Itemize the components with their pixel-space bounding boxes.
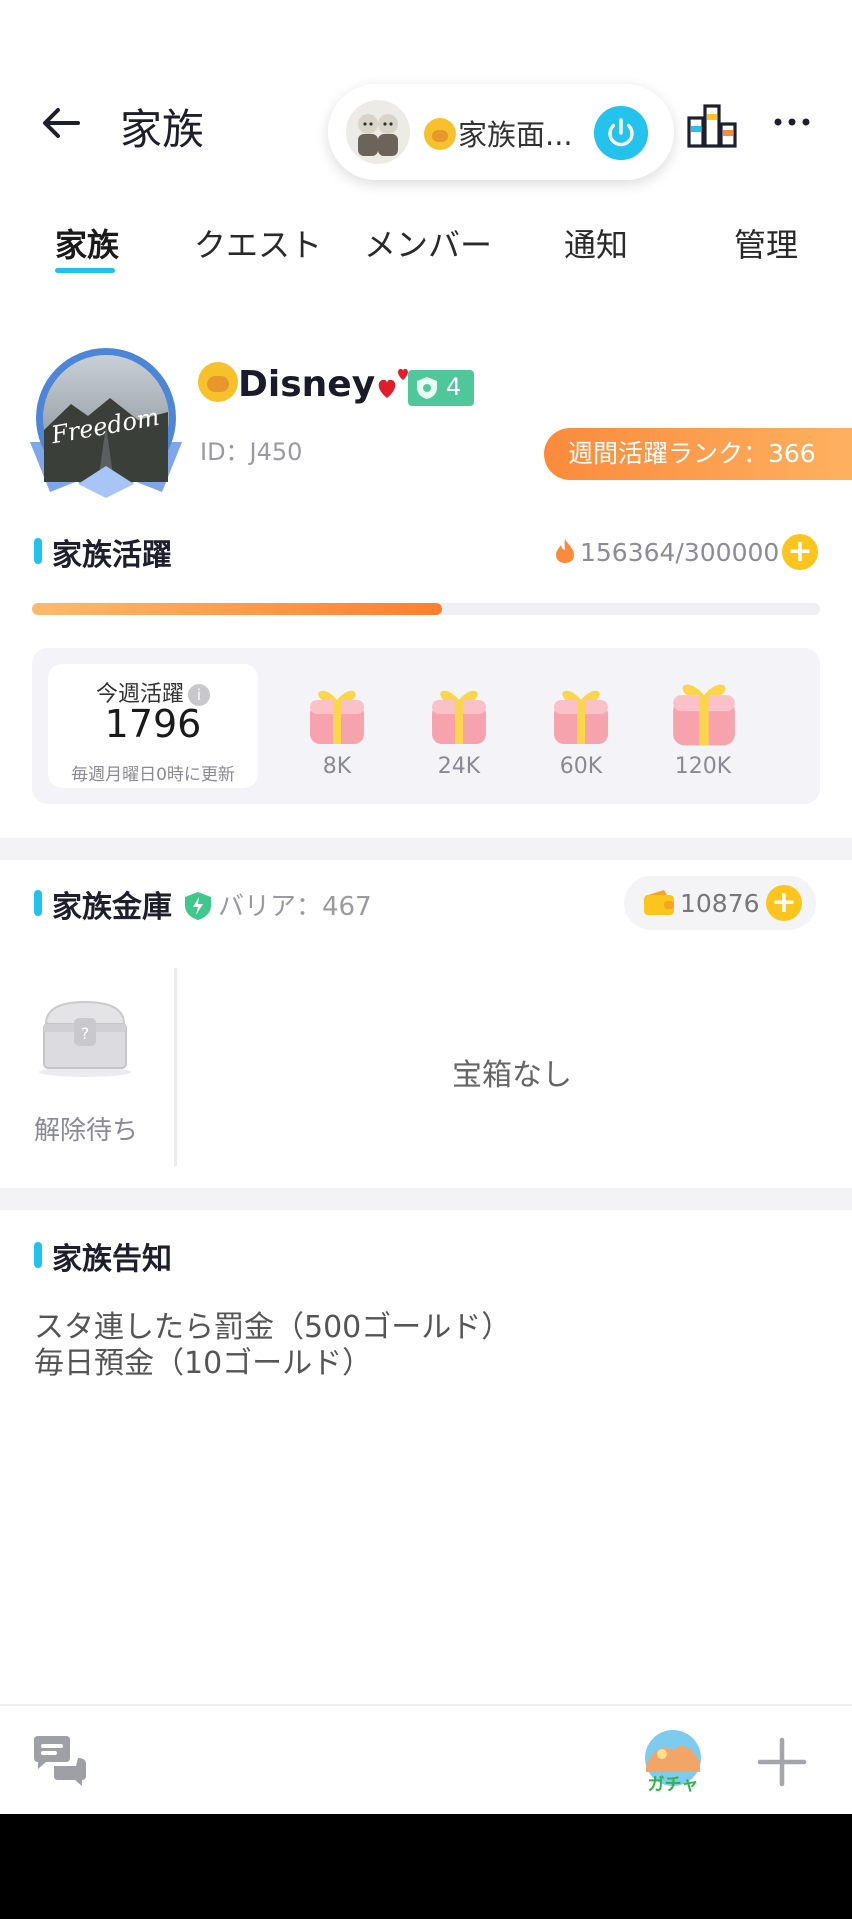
family-level: 4 [446, 373, 462, 401]
activity-progress-bar [32, 603, 820, 615]
chat-bubbles-icon[interactable] [32, 1736, 88, 1786]
weekly-rank-badge[interactable]: 週間活躍ランク：366 [544, 428, 852, 480]
svg-text:?: ? [81, 1024, 90, 1043]
barrier-info: バリア：467 [184, 886, 372, 923]
face-emoji-icon [424, 118, 456, 150]
tab-members[interactable]: メンバー [364, 220, 492, 266]
vault-gold-value: 10876 [680, 889, 760, 918]
back-arrow-icon[interactable] [38, 100, 84, 146]
power-icon[interactable] [594, 106, 648, 160]
vault-title: 家族金庫 [52, 890, 172, 925]
tab-notifications[interactable]: 通知 [564, 220, 628, 266]
weekly-activity-card: 今週活躍 i 1796 毎週月曜日0時に更新 [48, 664, 258, 788]
ranking-bars-icon[interactable] [686, 100, 738, 150]
gift-box-icon[interactable] [302, 678, 372, 748]
room-name: 家族面... [424, 112, 573, 154]
flame-icon [556, 539, 574, 563]
chest-status: 解除待ち [33, 1116, 138, 1146]
plus-icon[interactable] [756, 1736, 808, 1788]
reward-label: 120K [674, 754, 732, 779]
family-name: Disney [198, 362, 415, 405]
gift-box-icon[interactable] [546, 678, 616, 748]
more-dots-icon[interactable] [772, 104, 812, 144]
gift-box-icon[interactable] [424, 678, 494, 748]
active-tab-indicator [55, 268, 115, 273]
gacha-label: ガチャ [648, 1775, 699, 1795]
add-gold-button[interactable]: + [766, 885, 802, 921]
notice-line: 毎日預金（10ゴールド） [34, 1346, 373, 1381]
barrier-text: バリア：467 [218, 892, 372, 922]
wallet-icon [644, 890, 674, 915]
vault-separator [174, 968, 177, 1166]
activity-value-text: 156364/300000 [580, 538, 780, 567]
activity-value: 156364/300000 [554, 538, 779, 567]
section-divider [0, 838, 852, 860]
section-marker [34, 538, 42, 564]
reward-label: 60K [559, 754, 603, 779]
no-chest-text: 宝箱なし [452, 1058, 572, 1093]
system-navigation-bar [0, 1814, 852, 1919]
reward-panel: 今週活躍 i 1796 毎週月曜日0時に更新 8K 24K 60K 120K [32, 648, 820, 804]
face-emoji-icon [198, 362, 238, 402]
family-name-text: Disney [238, 364, 376, 405]
voice-room-pill[interactable]: 家族面... [328, 84, 674, 180]
tab-quest[interactable]: クエスト [194, 220, 322, 266]
treasure-chest-icon[interactable]: ? [36, 994, 134, 1078]
page-title: 家族 [120, 105, 205, 154]
gift-box-icon[interactable] [664, 670, 744, 750]
family-level-badge: 4 [408, 370, 474, 406]
activity-title: 家族活躍 [52, 538, 172, 573]
room-name-text: 家族面... [458, 118, 573, 152]
tab-manage[interactable]: 管理 [734, 220, 798, 266]
reward-label: 8K [322, 754, 352, 779]
level-shield-icon [417, 377, 437, 399]
family-page: 家族 家族面... 家族 クエスト メンバー 通知 管理 Freedom Dis… [0, 0, 852, 1919]
section-marker [34, 1242, 42, 1268]
family-avatar[interactable]: Freedom [26, 342, 186, 502]
family-id: ID：J450 [200, 438, 303, 466]
weekly-activity-value: 1796 [104, 702, 202, 746]
reward-label: 24K [437, 754, 481, 779]
section-divider [0, 1188, 852, 1210]
vault-gold-pill[interactable]: 10876 + [624, 876, 816, 930]
shield-lightning-icon [185, 892, 211, 920]
section-marker [34, 890, 42, 916]
tab-family[interactable]: 家族 [55, 220, 119, 266]
gacha-icon[interactable]: ガチャ [638, 1728, 708, 1796]
weekly-reset-note: 毎週月曜日0時に更新 [71, 765, 235, 785]
bottom-bar-divider [0, 1704, 852, 1706]
room-avatar [346, 100, 410, 164]
activity-progress-fill [32, 603, 442, 615]
add-activity-button[interactable]: + [782, 534, 818, 570]
notice-title: 家族告知 [52, 1242, 172, 1277]
